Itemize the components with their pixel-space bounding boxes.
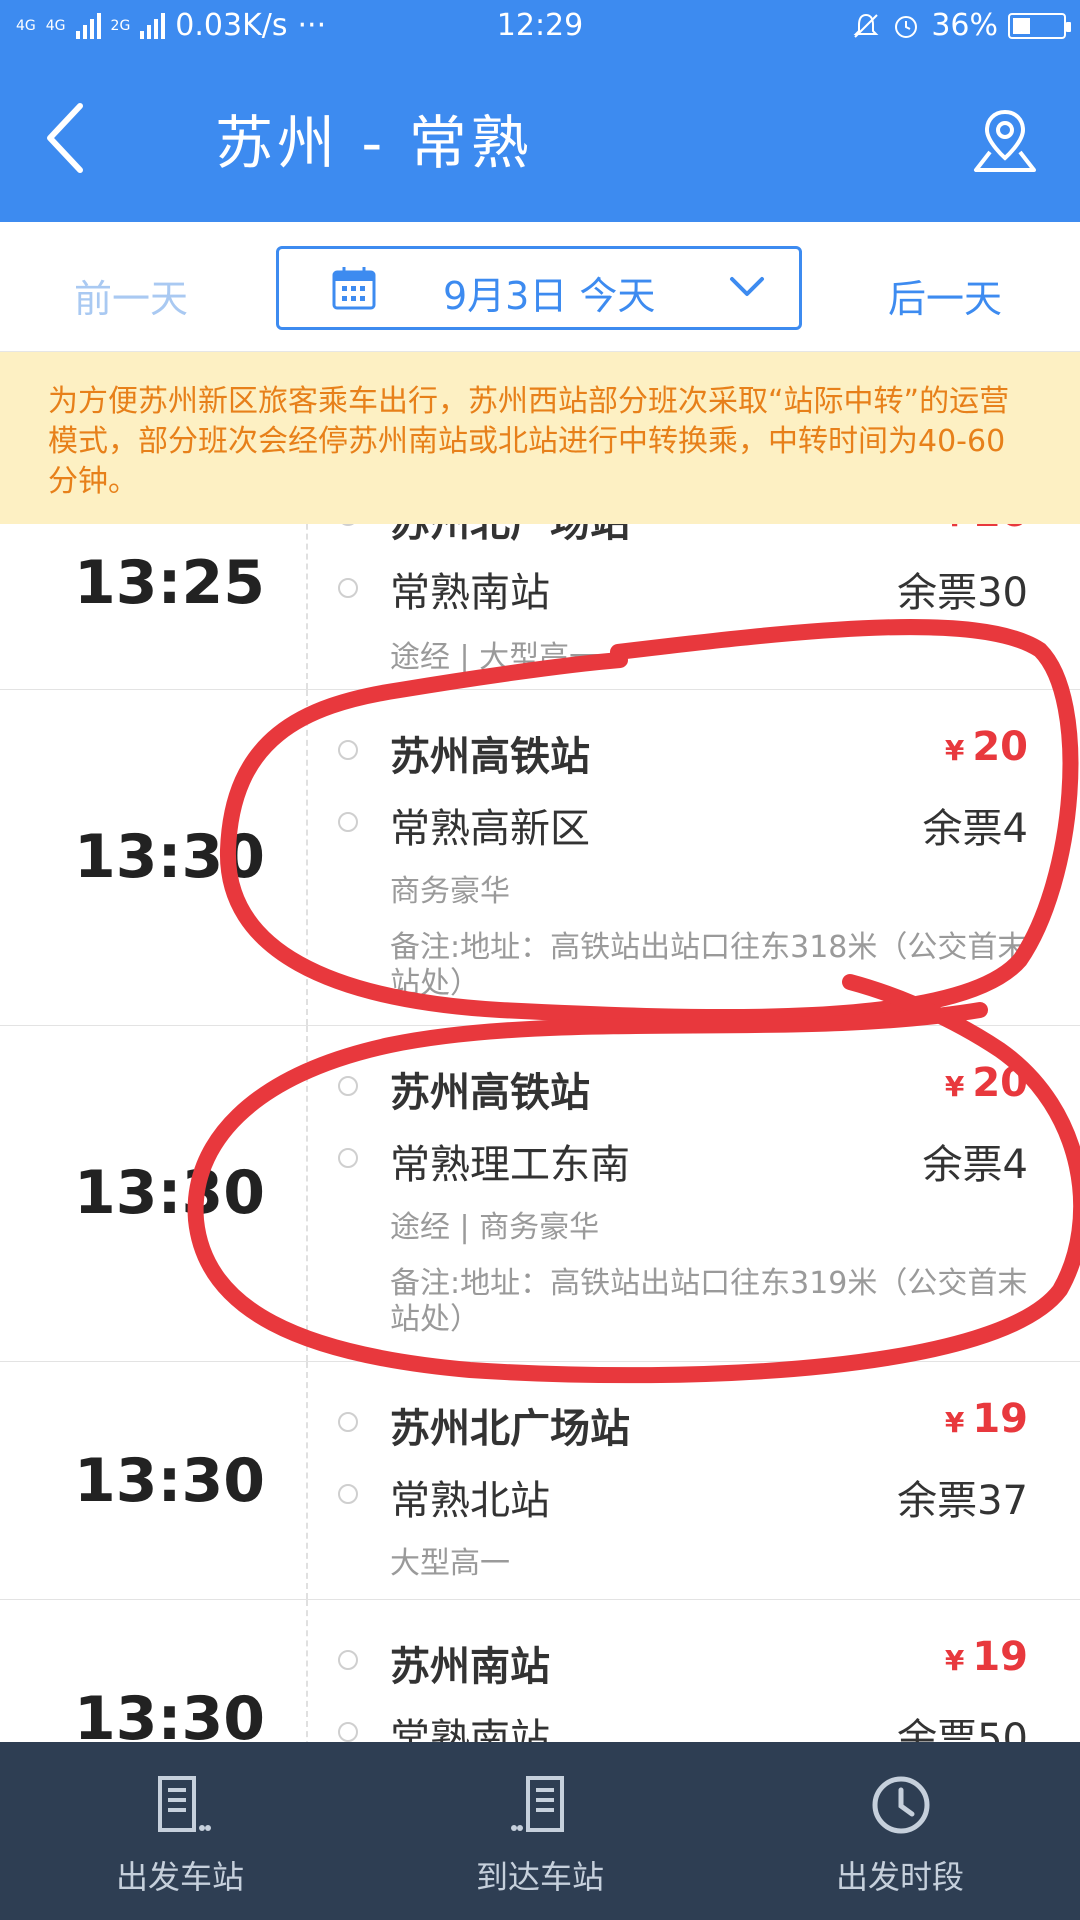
origin-dot	[338, 740, 358, 760]
trip-via: 大型高一	[390, 1546, 510, 1581]
trip-origin: 苏州南站	[390, 1644, 550, 1690]
trip-row[interactable]: 13:30 苏州高铁站 ¥20 常熟高新区 余票4 商务豪华 备注:地址：高铁站…	[0, 690, 1080, 1026]
timeline-divider	[306, 1600, 308, 1742]
seats-left: 余票4	[922, 1142, 1028, 1188]
timeline-divider	[306, 524, 308, 689]
destination-dot	[338, 578, 358, 598]
nav-label: 到达车站	[475, 1858, 604, 1896]
trip-price: ¥19	[945, 1396, 1028, 1442]
currency-symbol: ¥	[944, 1644, 965, 1677]
trip-time: 13:30	[74, 1684, 265, 1742]
trip-destination: 常熟高新区	[390, 806, 590, 852]
price-value: 19	[972, 1396, 1028, 1442]
origin-dot	[338, 1650, 358, 1670]
trip-time: 13:30	[74, 1446, 265, 1516]
status-bar: 4G 4G 2G 0.03K/s ··· 12:29 36%	[0, 0, 1080, 56]
seats-left: 余票50	[897, 1716, 1028, 1742]
calendar-icon	[332, 267, 376, 310]
trip-time: 13:25	[74, 548, 265, 618]
timeline-divider	[306, 690, 308, 1025]
back-arrow-icon[interactable]	[40, 98, 100, 178]
arrival-station-icon	[511, 1776, 564, 1832]
seats-left: 余票37	[897, 1478, 1028, 1524]
trip-destination: 常熟理工东南	[390, 1142, 630, 1188]
location-pin-icon[interactable]	[970, 106, 1040, 176]
price-value: 20	[972, 724, 1028, 770]
trip-via: 途经 | 大型高一	[390, 640, 600, 675]
trip-destination: 常熟北站	[390, 1478, 550, 1524]
alarm-icon	[895, 15, 918, 38]
battery-fill	[1013, 17, 1030, 34]
trip-list[interactable]: 13:25 苏州北广场站 ¥16 常熟南站 余票30 途经 | 大型高一 13:…	[0, 524, 1080, 1742]
trip-remark: 备注:地址：高铁站出站口往东318米（公交首末站处）	[390, 930, 1028, 1001]
trip-destination: 常熟南站	[390, 570, 550, 616]
origin-dot	[338, 1412, 358, 1432]
destination-dot	[338, 1148, 358, 1168]
departure-station-icon	[158, 1776, 211, 1832]
nav-label: 出发时段	[835, 1858, 964, 1896]
nav-arrival-station[interactable]: 到达车站	[360, 1742, 720, 1920]
notice-banner: 为方便苏州新区旅客乘车出行，苏州西站部分班次采取“站际中转”的运营模式，部分班次…	[0, 352, 1080, 524]
price-value: 19	[972, 1634, 1028, 1680]
bottom-nav: 出发车站 到达车站 出发时段	[0, 1742, 1080, 1920]
trip-row[interactable]: 13:30 苏州高铁站 ¥20 常熟理工东南 余票4 途经 | 商务豪华 备注:…	[0, 1026, 1080, 1362]
trip-price: ¥19	[945, 1634, 1028, 1680]
trip-time: 13:30	[74, 1158, 265, 1228]
trip-remark: 备注:地址：高铁站出站口往东319米（公交首末站处）	[390, 1266, 1028, 1337]
trip-origin: 苏州北广场站	[390, 1406, 630, 1452]
status-right: 36%	[851, 8, 1071, 43]
trip-via: 商务豪华	[390, 874, 510, 909]
bell-muted-icon	[853, 13, 879, 38]
page-title: 苏州 - 常熟	[215, 109, 533, 177]
seats-left: 余票4	[922, 806, 1028, 852]
trip-origin: 苏州高铁站	[390, 734, 590, 780]
battery-icon	[1008, 12, 1071, 39]
nav-departure-time[interactable]: 出发时段	[720, 1742, 1080, 1920]
trip-via: 途经 | 商务豪华	[390, 1210, 600, 1245]
nav-label: 出发车站	[115, 1858, 244, 1896]
currency-symbol: ¥	[944, 1406, 965, 1439]
trip-origin: 苏州北广场站	[390, 524, 630, 548]
trip-time: 13:30	[74, 822, 265, 892]
trip-row[interactable]: 13:25 苏州北广场站 ¥16 常熟南站 余票30 途经 | 大型高一	[0, 524, 1080, 690]
price-value: 16	[972, 524, 1028, 536]
destination-dot	[338, 1484, 358, 1504]
header: 苏州 - 常熟	[0, 56, 1080, 222]
date-selector[interactable]: 9月3日 今天	[276, 246, 802, 330]
price-value: 20	[972, 1060, 1028, 1106]
nav-departure-station[interactable]: 出发车站	[0, 1742, 360, 1920]
next-day-button[interactable]: 后一天	[888, 268, 1002, 323]
clock-icon	[872, 1776, 930, 1834]
destination-dot	[338, 812, 358, 832]
seats-left: 余票30	[897, 570, 1028, 616]
timeline-divider	[306, 1362, 308, 1599]
trip-origin: 苏州高铁站	[390, 1070, 590, 1116]
date-bar: 前一天 9月3日 今天 后一天	[0, 222, 1080, 352]
trip-price: ¥20	[945, 1060, 1028, 1106]
trip-price: ¥20	[945, 724, 1028, 770]
origin-dot	[338, 524, 358, 526]
currency-symbol: ¥	[944, 1070, 965, 1103]
origin-dot	[338, 1076, 358, 1096]
chevron-down-icon	[730, 277, 764, 296]
selected-date: 9月3日 今天	[443, 274, 656, 318]
currency-symbol: ¥	[944, 734, 965, 767]
battery-percent: 36%	[931, 8, 998, 43]
trip-price: ¥16	[945, 524, 1028, 536]
currency-symbol: ¥	[945, 524, 964, 533]
trip-row[interactable]: 13:30 苏州北广场站 ¥19 常熟北站 余票37 大型高一	[0, 1362, 1080, 1600]
timeline-divider	[306, 1026, 308, 1361]
destination-dot	[338, 1722, 358, 1742]
trip-row[interactable]: 13:30 苏州南站 ¥19 常熟南站 余票50	[0, 1600, 1080, 1742]
trip-destination: 常熟南站	[390, 1716, 550, 1742]
prev-day-button[interactable]: 前一天	[74, 268, 188, 323]
